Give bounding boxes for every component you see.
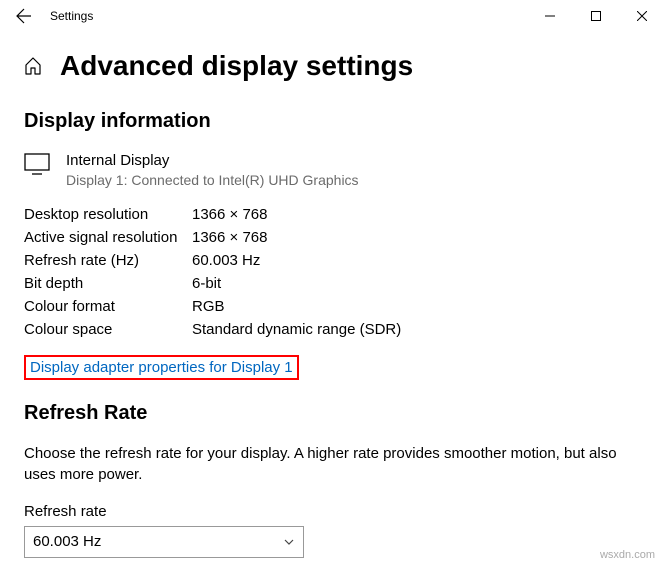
info-label: Active signal resolution: [24, 229, 192, 246]
device-name: Internal Display: [66, 151, 359, 171]
device-connection: Display 1: Connected to Intel(R) UHD Gra…: [66, 171, 359, 189]
close-button[interactable]: [619, 0, 665, 32]
info-label: Refresh rate (Hz): [24, 252, 192, 269]
info-label: Bit depth: [24, 275, 192, 292]
page-title: Advanced display settings: [60, 50, 413, 82]
titlebar: Settings: [0, 0, 665, 32]
monitor-icon: [24, 153, 50, 175]
maximize-button[interactable]: [573, 0, 619, 32]
info-value: 6-bit: [192, 275, 221, 292]
info-label: Colour format: [24, 298, 192, 315]
window-title: Settings: [50, 9, 93, 23]
page-header: Advanced display settings: [24, 50, 641, 82]
info-value: 1366 × 768: [192, 206, 268, 223]
table-row: Colour formatRGB: [24, 295, 641, 318]
refresh-rate-dropdown[interactable]: 60.003 Hz: [24, 526, 304, 558]
display-adapter-properties-link[interactable]: Display adapter properties for Display 1: [24, 355, 299, 380]
refresh-rate-label: Refresh rate: [24, 503, 641, 520]
device-text: Internal Display Display 1: Connected to…: [66, 151, 359, 189]
table-row: Bit depth6-bit: [24, 272, 641, 295]
refresh-rate-description: Choose the refresh rate for your display…: [24, 443, 641, 485]
back-button[interactable]: [12, 4, 36, 28]
arrow-left-icon: [16, 8, 32, 24]
window-controls: [527, 0, 665, 32]
minimize-icon: [545, 11, 555, 21]
home-icon[interactable]: [24, 57, 42, 75]
chevron-down-icon: [283, 536, 295, 548]
display-device-block: Internal Display Display 1: Connected to…: [24, 151, 641, 189]
close-icon: [637, 11, 647, 21]
display-info-table: Desktop resolution1366 × 768 Active sign…: [24, 203, 641, 341]
table-row: Desktop resolution1366 × 768: [24, 203, 641, 226]
minimize-button[interactable]: [527, 0, 573, 32]
table-row: Refresh rate (Hz)60.003 Hz: [24, 249, 641, 272]
refresh-rate-heading: Refresh Rate: [24, 402, 641, 425]
info-label: Desktop resolution: [24, 206, 192, 223]
display-info-heading: Display information: [24, 110, 641, 133]
maximize-icon: [591, 11, 601, 21]
table-row: Active signal resolution1366 × 768: [24, 226, 641, 249]
info-value: 60.003 Hz: [192, 252, 260, 269]
dropdown-selected-value: 60.003 Hz: [33, 533, 101, 550]
table-row: Colour spaceStandard dynamic range (SDR): [24, 318, 641, 341]
content-area: Advanced display settings Display inform…: [0, 32, 665, 558]
watermark: wsxdn.com: [600, 549, 655, 561]
info-value: RGB: [192, 298, 225, 315]
info-value: Standard dynamic range (SDR): [192, 321, 401, 338]
info-value: 1366 × 768: [192, 229, 268, 246]
info-label: Colour space: [24, 321, 192, 338]
